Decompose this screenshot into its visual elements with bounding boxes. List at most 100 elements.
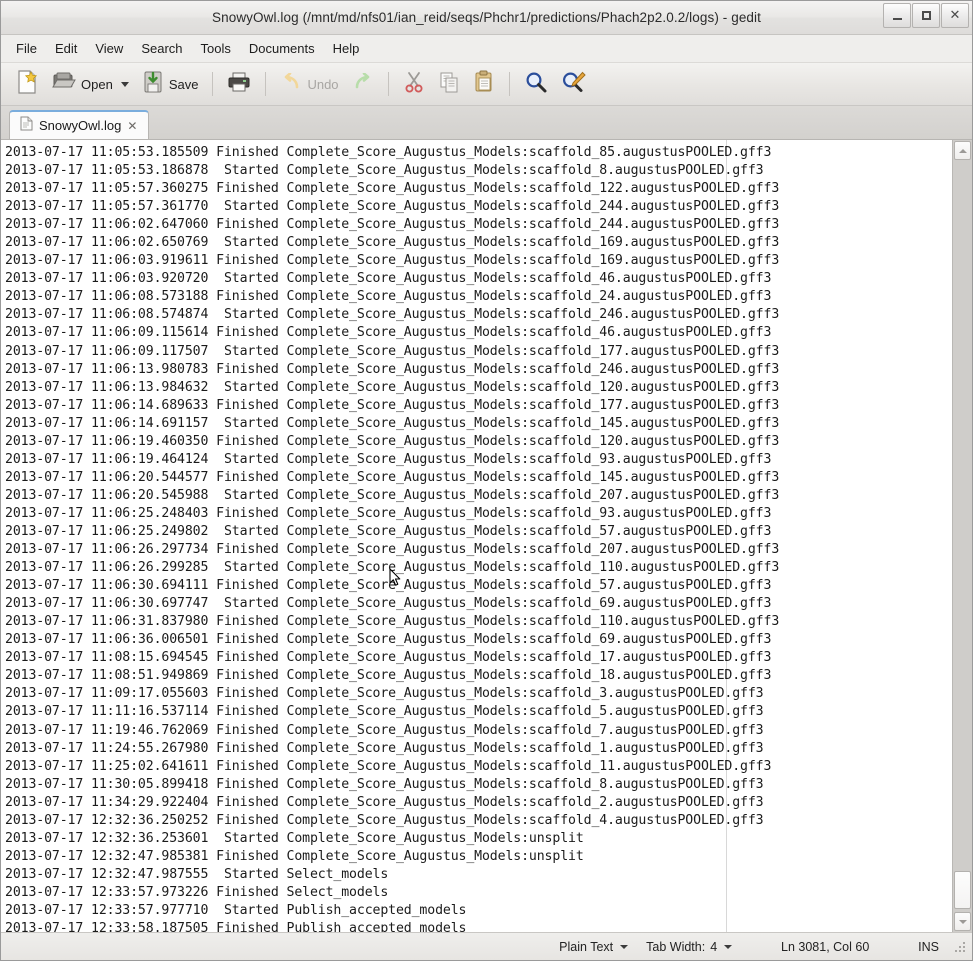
tab-width-value: 4	[710, 940, 717, 954]
open-button[interactable]: Open	[46, 68, 135, 100]
log-line: 2013-07-17 11:05:53.185509 Finished Comp…	[5, 144, 952, 162]
log-line: 2013-07-17 11:06:36.006501 Finished Comp…	[5, 631, 952, 649]
toolbar-separator-1	[212, 72, 213, 96]
log-line: 2013-07-17 12:32:36.253601 Started Compl…	[5, 830, 952, 848]
find-button[interactable]	[518, 68, 554, 100]
tab-width-label: Tab Width:	[646, 940, 705, 954]
status-bar: Plain Text Tab Width: 4 Ln 3081, Col 60 …	[1, 932, 972, 960]
log-line: 2013-07-17 11:06:13.984632 Started Compl…	[5, 379, 952, 397]
log-line: 2013-07-17 11:06:08.573188 Finished Comp…	[5, 288, 952, 306]
log-line: 2013-07-17 11:06:14.691157 Started Compl…	[5, 415, 952, 433]
text-view[interactable]: 2013-07-17 11:05:53.185509 Finished Comp…	[1, 140, 952, 932]
scroll-down-button[interactable]	[954, 912, 971, 931]
save-disk-icon	[142, 70, 164, 99]
menu-bar: File Edit View Search Tools Documents He…	[1, 35, 972, 63]
log-line: 2013-07-17 11:06:08.574874 Started Compl…	[5, 306, 952, 324]
redo-arrow-icon	[352, 73, 374, 96]
log-line: 2013-07-17 11:06:30.697747 Started Compl…	[5, 595, 952, 613]
maximize-icon	[922, 11, 931, 20]
menu-item-view[interactable]: View	[86, 38, 132, 59]
undo-button-label: Undo	[307, 77, 338, 92]
log-line: 2013-07-17 11:06:13.980783 Finished Comp…	[5, 361, 952, 379]
vertical-scrollbar[interactable]	[952, 140, 972, 932]
cut-button[interactable]	[397, 68, 431, 100]
menu-item-help[interactable]: Help	[324, 38, 369, 59]
copy-button[interactable]	[432, 68, 466, 100]
save-button[interactable]: Save	[136, 68, 205, 100]
menu-item-search[interactable]: Search	[132, 38, 191, 59]
log-text-content[interactable]: 2013-07-17 11:05:53.185509 Finished Comp…	[1, 141, 952, 932]
scroll-up-button[interactable]	[954, 141, 971, 160]
window-controls: ✕	[883, 3, 969, 28]
close-icon: ✕	[950, 9, 961, 22]
insert-mode-label: INS	[918, 940, 939, 954]
chevron-down-icon[interactable]	[121, 82, 129, 87]
log-line: 2013-07-17 11:06:31.837980 Finished Comp…	[5, 613, 952, 631]
open-button-label: Open	[81, 77, 113, 92]
log-line: 2013-07-17 11:06:26.299285 Started Compl…	[5, 559, 952, 577]
editor-area: 2013-07-17 11:05:53.185509 Finished Comp…	[1, 139, 972, 932]
maximize-button[interactable]	[912, 3, 940, 28]
document-icon	[20, 116, 33, 136]
log-line: 2013-07-17 11:06:25.248403 Finished Comp…	[5, 505, 952, 523]
toolbar: Open Save	[1, 63, 972, 106]
tab-width-selector[interactable]: Tab Width: 4	[637, 940, 741, 954]
open-folder-icon	[52, 71, 76, 98]
log-line: 2013-07-17 12:32:36.250252 Finished Comp…	[5, 812, 952, 830]
chevron-down-icon	[724, 945, 732, 949]
close-button[interactable]: ✕	[941, 3, 969, 28]
undo-arrow-icon	[280, 73, 302, 96]
menu-item-file[interactable]: File	[7, 38, 46, 59]
log-line: 2013-07-17 11:06:03.920720 Started Compl…	[5, 270, 952, 288]
menu-item-tools[interactable]: Tools	[192, 38, 240, 59]
log-line: 2013-07-17 11:06:20.545988 Started Compl…	[5, 487, 952, 505]
tab-close-icon[interactable]: ✕	[127, 120, 137, 132]
log-line: 2013-07-17 11:30:05.899418 Finished Comp…	[5, 776, 952, 794]
log-line: 2013-07-17 11:06:19.464124 Started Compl…	[5, 451, 952, 469]
log-line: 2013-07-17 11:05:53.186878 Started Compl…	[5, 162, 952, 180]
log-line: 2013-07-17 11:06:20.544577 Finished Comp…	[5, 469, 952, 487]
scrollbar-track[interactable]	[953, 161, 972, 911]
tab-snowyowl-log[interactable]: SnowyOwl.log ✕	[9, 110, 149, 139]
log-line: 2013-07-17 12:33:57.977710 Started Publi…	[5, 902, 952, 920]
cursor-position: Ln 3081, Col 60	[741, 940, 909, 954]
chevron-up-icon	[959, 149, 967, 153]
undo-button[interactable]: Undo	[274, 68, 344, 100]
new-document-button[interactable]	[9, 68, 45, 100]
window-title: SnowyOwl.log (/mnt/md/nfs01/ian_reid/seq…	[212, 10, 761, 25]
log-line: 2013-07-17 11:19:46.762069 Finished Comp…	[5, 722, 952, 740]
toolbar-separator-4	[509, 72, 510, 96]
search-icon	[524, 70, 548, 99]
gedit-window: SnowyOwl.log (/mnt/md/nfs01/ian_reid/seq…	[0, 0, 973, 961]
log-line: 2013-07-17 11:08:51.949869 Finished Comp…	[5, 667, 952, 685]
log-line: 2013-07-17 11:06:19.460350 Finished Comp…	[5, 433, 952, 451]
log-line: 2013-07-17 11:25:02.641611 Finished Comp…	[5, 758, 952, 776]
scrollbar-thumb[interactable]	[954, 871, 971, 909]
minimize-button[interactable]	[883, 3, 911, 28]
toolbar-separator-3	[388, 72, 389, 96]
log-line: 2013-07-17 12:32:47.985381 Finished Comp…	[5, 848, 952, 866]
replace-button[interactable]	[555, 68, 593, 100]
resize-grip[interactable]	[954, 940, 967, 953]
log-line: 2013-07-17 11:06:03.919611 Finished Comp…	[5, 252, 952, 270]
log-line: 2013-07-17 11:09:17.055603 Finished Comp…	[5, 685, 952, 703]
insert-mode-indicator[interactable]: INS	[909, 940, 948, 954]
log-line: 2013-07-17 11:34:29.922404 Finished Comp…	[5, 794, 952, 812]
toolbar-separator-2	[265, 72, 266, 96]
tab-label: SnowyOwl.log	[39, 118, 121, 133]
cursor-position-label: Ln 3081, Col 60	[781, 940, 869, 954]
language-label: Plain Text	[559, 940, 613, 954]
menu-item-edit[interactable]: Edit	[46, 38, 86, 59]
log-line: 2013-07-17 11:24:55.267980 Finished Comp…	[5, 740, 952, 758]
title-bar: SnowyOwl.log (/mnt/md/nfs01/ian_reid/seq…	[1, 1, 972, 35]
menu-item-documents[interactable]: Documents	[240, 38, 324, 59]
printer-icon	[227, 71, 251, 98]
chevron-down-icon	[620, 945, 628, 949]
print-button[interactable]	[221, 68, 257, 100]
paste-button[interactable]	[467, 68, 501, 100]
language-selector[interactable]: Plain Text	[550, 940, 637, 954]
redo-button[interactable]	[346, 68, 380, 100]
log-line: 2013-07-17 11:06:30.694111 Finished Comp…	[5, 577, 952, 595]
log-line: 2013-07-17 11:06:26.297734 Finished Comp…	[5, 541, 952, 559]
copy-pages-icon	[438, 71, 460, 98]
